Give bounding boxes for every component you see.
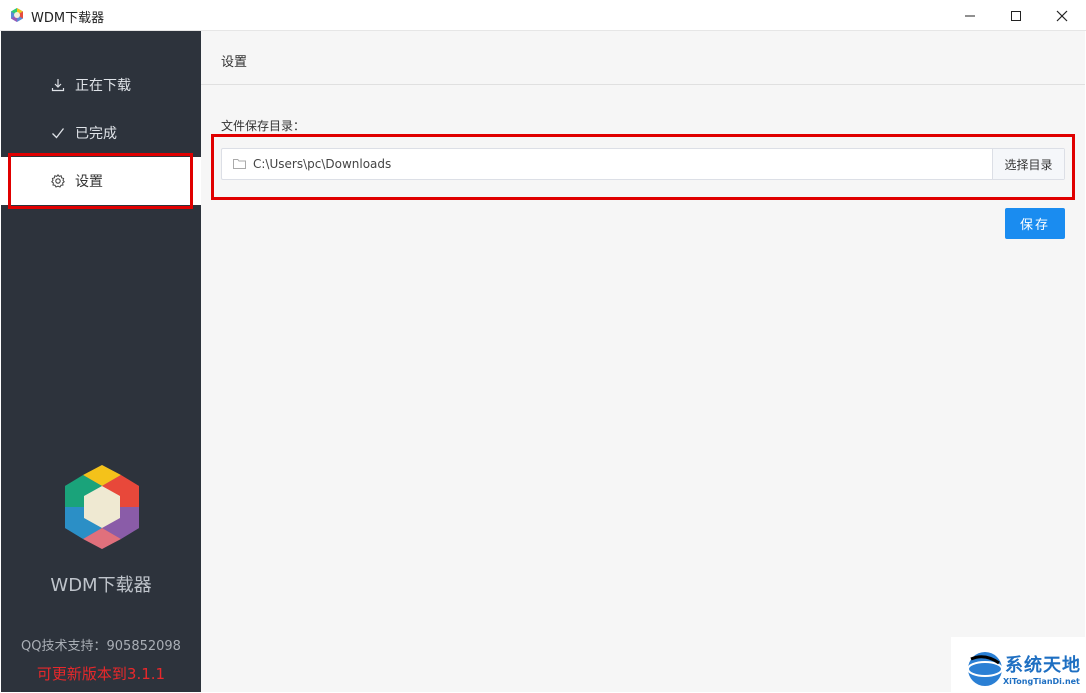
sidebar-item-completed[interactable]: 已完成 <box>1 109 201 157</box>
title-bar: WDM下载器 <box>0 0 1086 31</box>
watermark-url: XiTongTianDi.net <box>1003 677 1080 686</box>
watermark: 系统天地 XiTongTianDi.net <box>951 637 1086 693</box>
page-title: 设置 <box>221 55 248 70</box>
sidebar-item-settings[interactable]: 设置 <box>1 157 201 205</box>
sidebar-item-downloading[interactable]: 正在下载 <box>1 61 201 109</box>
brand-name: WDM下载器 <box>50 575 152 596</box>
directory-path: C:\Users\pc\Downloads <box>253 157 392 171</box>
directory-label: 文件保存目录： <box>221 119 306 133</box>
brand-logo <box>65 465 139 549</box>
download-icon <box>51 78 65 92</box>
gear-icon <box>51 174 65 188</box>
directory-input[interactable]: C:\Users\pc\Downloads 选择目录 <box>221 148 1065 180</box>
sidebar: 正在下载 已完成 设置 WDM下载器 QQ技术支持：905852098 可更新版… <box>1 31 201 692</box>
update-notice[interactable]: 可更新版本到3.1.1 <box>1 663 201 684</box>
window-title: WDM下载器 <box>31 11 105 26</box>
close-icon <box>1056 10 1068 21</box>
qq-support-text: QQ技术支持：905852098 <box>21 639 181 654</box>
globe-logo-icon <box>967 652 1003 686</box>
choose-directory-button[interactable]: 选择目录 <box>992 149 1064 179</box>
sidebar-item-label: 已完成 <box>75 126 117 142</box>
maximize-button[interactable] <box>993 0 1039 31</box>
close-button[interactable] <box>1039 0 1085 31</box>
sidebar-item-label: 正在下载 <box>75 78 131 94</box>
minimize-icon <box>965 15 975 16</box>
save-button[interactable]: 保存 <box>1005 208 1065 239</box>
watermark-text: 系统天地 <box>1005 655 1081 676</box>
page-header: 设置 <box>201 31 1085 85</box>
app-logo-icon <box>11 8 23 22</box>
settings-panel: 设置 文件保存目录： C:\Users\pc\Downloads 选择目录 保存 <box>201 31 1085 692</box>
sidebar-item-label: 设置 <box>75 174 103 190</box>
folder-icon <box>233 159 246 169</box>
minimize-button[interactable] <box>947 0 993 31</box>
maximize-icon <box>1011 10 1021 21</box>
check-icon <box>51 126 65 140</box>
